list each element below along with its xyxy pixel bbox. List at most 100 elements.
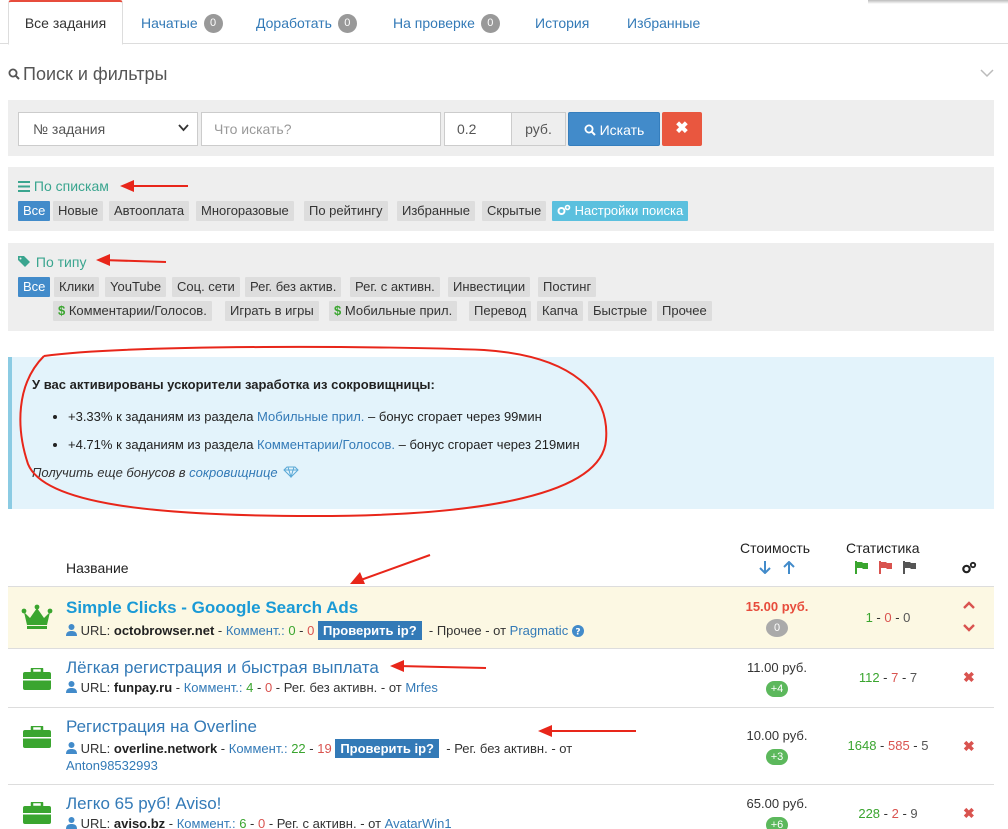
svg-text:?: ? xyxy=(575,628,580,638)
list-filter-favorites[interactable]: Избранные xyxy=(397,201,475,221)
tab-all-tasks[interactable]: Все задания xyxy=(8,0,123,45)
chevron-down-icon[interactable] xyxy=(980,66,994,80)
sort-desc-icon[interactable] xyxy=(759,561,771,574)
type-filter-reg-no-activity[interactable]: Рег. без актив. xyxy=(245,277,342,297)
type-filter-other[interactable]: Прочее xyxy=(657,301,712,321)
type-filter-translation[interactable]: Перевод xyxy=(469,301,532,321)
tab-favorites[interactable]: Избранные xyxy=(627,0,700,44)
stat-pending: 0 xyxy=(903,610,911,625)
stat-rejected: 0 xyxy=(884,610,892,625)
task-category: Прочее xyxy=(436,623,482,638)
type-filter-posting[interactable]: Постинг xyxy=(538,277,597,297)
type-filter-reg-activity[interactable]: Рег. с активн. xyxy=(350,277,440,297)
tab-review[interactable]: На проверке 0 xyxy=(393,0,500,44)
hide-task-button[interactable]: ✖ xyxy=(963,738,975,755)
url-label: URL: xyxy=(80,816,111,829)
author-prefix: - от xyxy=(360,816,385,829)
type-filter-captcha[interactable]: Капча xyxy=(537,301,583,321)
tab-label: Начатые xyxy=(141,15,198,31)
search-settings-button[interactable]: Настройки поиска xyxy=(552,201,689,221)
list-filter-autopay[interactable]: Автооплата xyxy=(109,201,190,221)
author-link[interactable]: Mrfes xyxy=(405,680,438,695)
help-icon[interactable]: ? xyxy=(571,625,584,638)
author-link[interactable]: Anton98532993 xyxy=(66,758,158,773)
comments-positive: 0 xyxy=(288,623,296,638)
comments-link[interactable]: Коммент.: xyxy=(226,623,285,638)
select-value: № задания xyxy=(33,121,106,137)
stat-pending: 9 xyxy=(910,806,918,821)
comments-link[interactable]: Коммент.: xyxy=(229,741,288,756)
search-query-input[interactable]: Что искать? xyxy=(201,112,441,146)
hide-task-button[interactable]: ✖ xyxy=(963,669,975,686)
lists-panel: По спискам Все Новые Автооплата Многораз… xyxy=(8,167,994,231)
move-down-icon[interactable] xyxy=(962,623,976,633)
tab-badge: 0 xyxy=(337,13,357,33)
hide-task-button[interactable]: ✖ xyxy=(963,805,975,822)
clear-button[interactable]: ✖ xyxy=(662,112,702,146)
search-button[interactable]: Искать xyxy=(568,112,660,146)
search-settings-label: Настройки поиска xyxy=(574,203,684,218)
type-filter-mobile[interactable]: $ Мобильные прил. xyxy=(329,301,458,321)
settings-gears-icon[interactable] xyxy=(961,561,977,575)
check-ip-button[interactable]: Проверить ip? xyxy=(317,621,422,640)
table-row: Лёгкая регистрация и быстрая выплата URL… xyxy=(8,648,994,707)
task-title-link[interactable]: Регистрация на Overline xyxy=(66,717,257,737)
task-url: octobrowser.net xyxy=(113,623,215,638)
task-title-link[interactable]: Легко 65 руб! Aviso! xyxy=(66,794,221,814)
stat-rejected: 585 xyxy=(887,738,910,753)
boost-category-link[interactable]: Мобильные прил. xyxy=(257,409,364,424)
comments-negative: 0 xyxy=(264,680,273,695)
type-filter-all[interactable]: Все xyxy=(18,277,51,297)
price-badge-wrap: +4 xyxy=(722,680,832,697)
search-title-text: Поиск и фильтры xyxy=(23,64,168,84)
column-name-header: Название xyxy=(66,560,129,576)
boost-category-link[interactable]: Комментарии/Голосов. xyxy=(257,437,395,452)
url-label: URL: xyxy=(80,680,111,695)
search-field-select[interactable]: № задания xyxy=(18,112,198,146)
task-stats: 1 - 0 - 0 xyxy=(865,610,911,625)
url-label: URL: xyxy=(80,623,111,638)
boost-title: У вас активированы ускорители заработка … xyxy=(32,377,435,392)
comments-link[interactable]: Коммент.: xyxy=(177,816,236,829)
price-badge: +3 xyxy=(766,749,788,765)
tab-history[interactable]: История xyxy=(535,0,589,44)
task-title-link[interactable]: Лёгкая регистрация и быстрая выплата xyxy=(66,658,379,678)
author-link[interactable]: Pragmatic xyxy=(510,623,569,638)
move-up-icon[interactable] xyxy=(962,600,976,610)
list-filter-new[interactable]: Новые xyxy=(53,201,104,221)
diamond-icon xyxy=(283,466,299,479)
min-price-input[interactable]: 0.2 xyxy=(444,112,512,146)
type-filter-social[interactable]: Соц. сети xyxy=(172,277,240,297)
check-ip-button[interactable]: Проверить ip? xyxy=(335,739,440,758)
list-filter-rating[interactable]: По рейтингу xyxy=(304,201,388,221)
author-prefix: - от xyxy=(485,623,510,638)
type-filter-comments[interactable]: $ Комментарии/Голосов. xyxy=(53,301,212,321)
price-badge-wrap: 0 xyxy=(722,619,832,637)
list-filter-hidden[interactable]: Скрытые xyxy=(482,201,547,221)
sort-asc-icon[interactable] xyxy=(783,561,795,574)
comments-positive: 6 xyxy=(239,816,247,829)
comments-link[interactable]: Коммент.: xyxy=(184,680,243,695)
task-price: 11.00 руб. xyxy=(747,660,807,675)
task-url: overline.network xyxy=(113,741,218,756)
type-filter-investments[interactable]: Инвестиции xyxy=(448,277,531,297)
treasury-link[interactable]: сокровищнице xyxy=(189,465,277,480)
type-filter-clicks[interactable]: Клики xyxy=(54,277,100,297)
tab-started[interactable]: Начатые 0 xyxy=(141,0,223,44)
list-filter-all[interactable]: Все xyxy=(18,201,51,221)
stat-pending: 7 xyxy=(909,670,918,685)
tab-rework[interactable]: Доработать 0 xyxy=(256,0,357,44)
list-filter-reusable[interactable]: Многоразовые xyxy=(196,201,294,221)
search-section-title[interactable]: Поиск и фильтры xyxy=(8,64,167,85)
tab-badge: 0 xyxy=(203,13,223,33)
stat-rejected: 7 xyxy=(891,670,899,685)
author-link[interactable]: AvatarWin1 xyxy=(385,816,452,829)
type-filter-youtube[interactable]: YouTube xyxy=(105,277,167,297)
type-filter-mobile-label: Мобильные прил. xyxy=(344,303,453,318)
user-icon xyxy=(66,624,77,636)
author-prefix: - от xyxy=(380,680,406,695)
type-filter-games[interactable]: Играть в игры xyxy=(225,301,319,321)
task-title-link[interactable]: Simple Clicks - Gooogle Search Ads xyxy=(66,598,358,618)
type-filter-fast[interactable]: Быстрые xyxy=(588,301,653,321)
list-icon xyxy=(18,181,30,192)
